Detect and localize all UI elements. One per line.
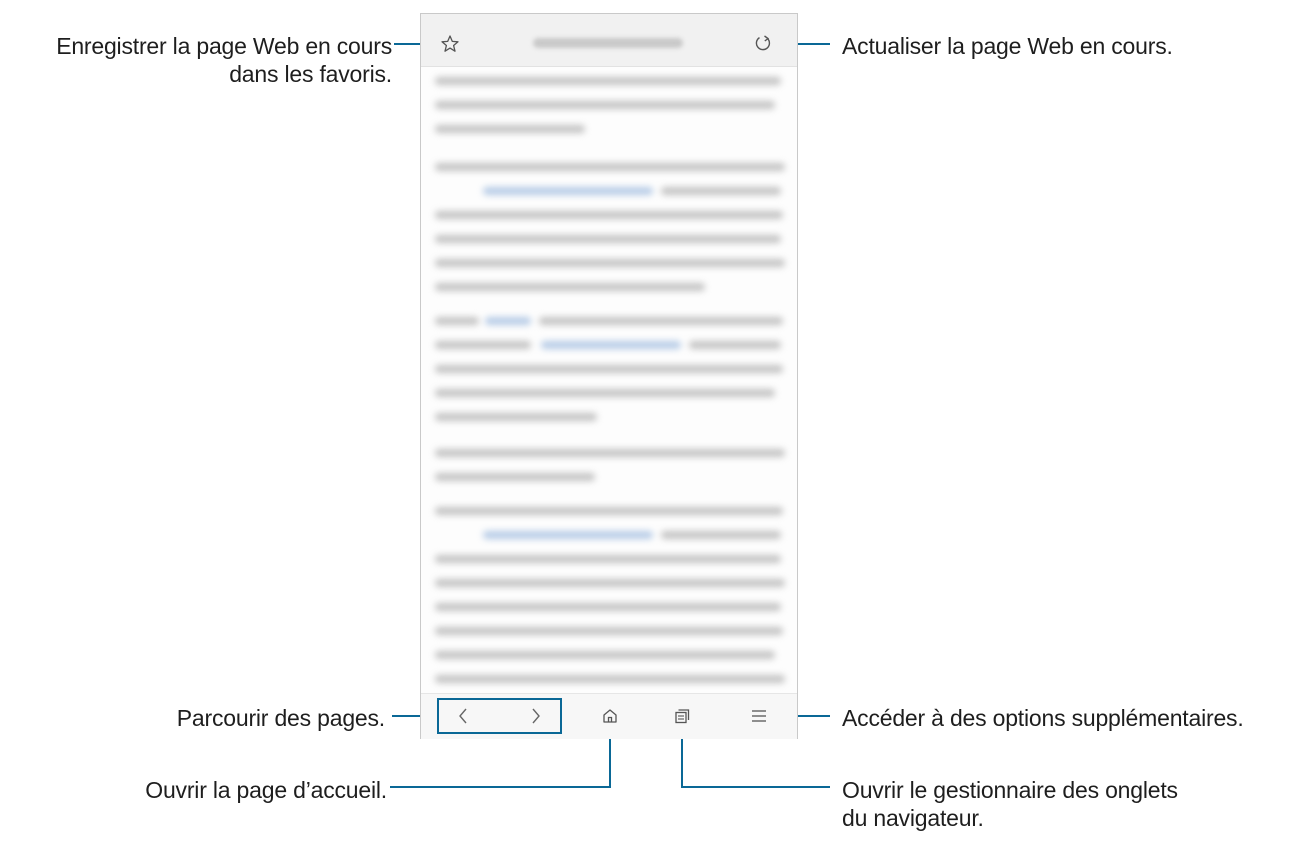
link-line <box>483 187 653 195</box>
browser-top-bar <box>421 14 797 67</box>
text-line <box>435 603 781 611</box>
star-outline-icon[interactable] <box>440 34 460 54</box>
callout-tabs-line1: Ouvrir le gestionnaire des onglets <box>842 777 1178 803</box>
text-line <box>435 555 781 563</box>
text-line <box>435 365 783 373</box>
callout-more: Accéder à des options supplémentaires. <box>842 705 1244 731</box>
text-line <box>435 77 781 85</box>
text-line <box>435 579 785 587</box>
leader-home-horizontal <box>390 786 611 788</box>
link-line <box>483 531 653 539</box>
browser-screen <box>420 13 798 739</box>
callout-tabs-line2: du navigateur. <box>842 805 984 831</box>
text-line <box>435 317 479 325</box>
text-line <box>435 473 595 481</box>
text-line <box>435 235 781 243</box>
text-line <box>435 675 785 683</box>
text-line <box>435 125 585 133</box>
callout-home: Ouvrir la page d’accueil. <box>145 777 387 803</box>
text-line <box>435 627 783 635</box>
text-line <box>689 341 781 349</box>
refresh-icon[interactable] <box>753 33 773 53</box>
text-line <box>539 317 783 325</box>
browser-bottom-bar <box>421 693 797 739</box>
text-line <box>435 211 783 219</box>
text-line <box>435 413 597 421</box>
callout-bookmark-line2: dans les favoris. <box>229 61 392 87</box>
text-line <box>435 283 705 291</box>
text-line <box>435 259 785 267</box>
callout-tabs: Ouvrir le gestionnaire des onglets du na… <box>842 776 1292 832</box>
address-bar[interactable] <box>533 38 683 48</box>
blurred-page-content <box>421 67 797 692</box>
callout-bookmark-line1: Enregistrer la page Web en cours <box>56 33 392 59</box>
tabs-icon[interactable] <box>673 707 691 725</box>
leader-tabs-horizontal <box>681 786 830 788</box>
text-line <box>661 531 781 539</box>
callout-refresh: Actualiser la page Web en cours. <box>842 33 1173 59</box>
link-line <box>541 341 681 349</box>
text-line <box>435 341 531 349</box>
home-icon[interactable] <box>601 707 619 725</box>
link-line <box>485 317 531 325</box>
text-line <box>435 389 775 397</box>
text-line <box>435 651 775 659</box>
text-line <box>435 163 785 171</box>
callout-browse: Parcourir des pages. <box>176 705 385 731</box>
text-line <box>661 187 781 195</box>
text-line <box>435 507 783 515</box>
text-line <box>435 101 775 109</box>
chevron-right-icon[interactable] <box>529 706 543 726</box>
text-line <box>435 449 785 457</box>
callout-bookmark: Enregistrer la page Web en cours dans le… <box>0 32 392 88</box>
chevron-left-icon[interactable] <box>456 706 470 726</box>
menu-icon[interactable] <box>750 707 768 725</box>
